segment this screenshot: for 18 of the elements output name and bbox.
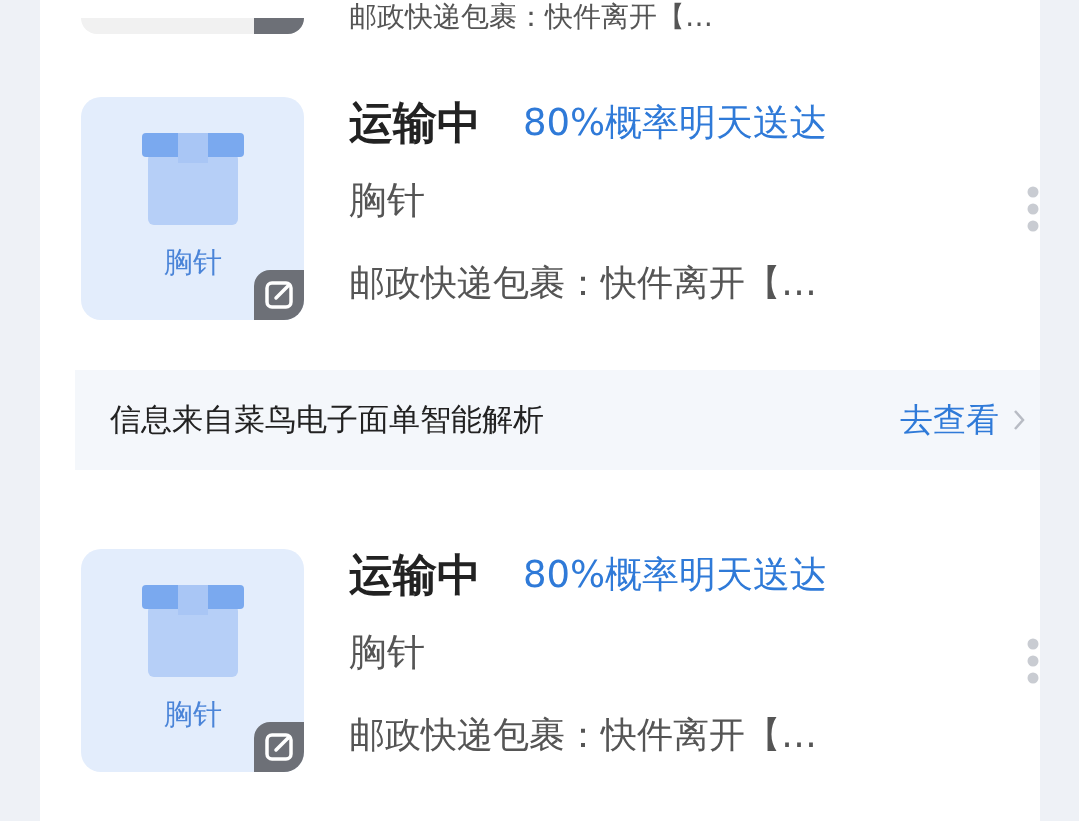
- parcel-thumbnail[interactable]: 胸针: [81, 97, 304, 320]
- chevron-right-icon: [1013, 409, 1025, 431]
- thumbnail-label: 胸针: [163, 244, 222, 281]
- parcel-thumbnail[interactable]: 胸针: [81, 549, 304, 772]
- delivery-estimate: 80%概率明天送达: [523, 552, 828, 598]
- thumbnail-label: 胸针: [163, 696, 222, 733]
- parcel-status: 运输中: [349, 547, 481, 602]
- banner-text: 信息来自菜鸟电子面单智能解析: [110, 400, 545, 439]
- tracking-detail: 邮政快递包裹：快件离开【…: [349, 0, 713, 34]
- view-link[interactable]: 去查看: [900, 397, 1025, 443]
- tracking-detail: 邮政快递包裹：快件离开【…: [349, 713, 818, 757]
- parcel-name: 胸针: [349, 177, 426, 224]
- parcel-status: 运输中: [349, 95, 481, 150]
- delivery-estimate: 80%概率明天送达: [523, 100, 828, 146]
- edit-icon[interactable]: [264, 732, 294, 762]
- parcel-name: 胸针: [349, 629, 426, 676]
- edit-icon[interactable]: [264, 280, 294, 310]
- tracking-detail: 邮政快递包裹：快件离开【…: [349, 261, 818, 305]
